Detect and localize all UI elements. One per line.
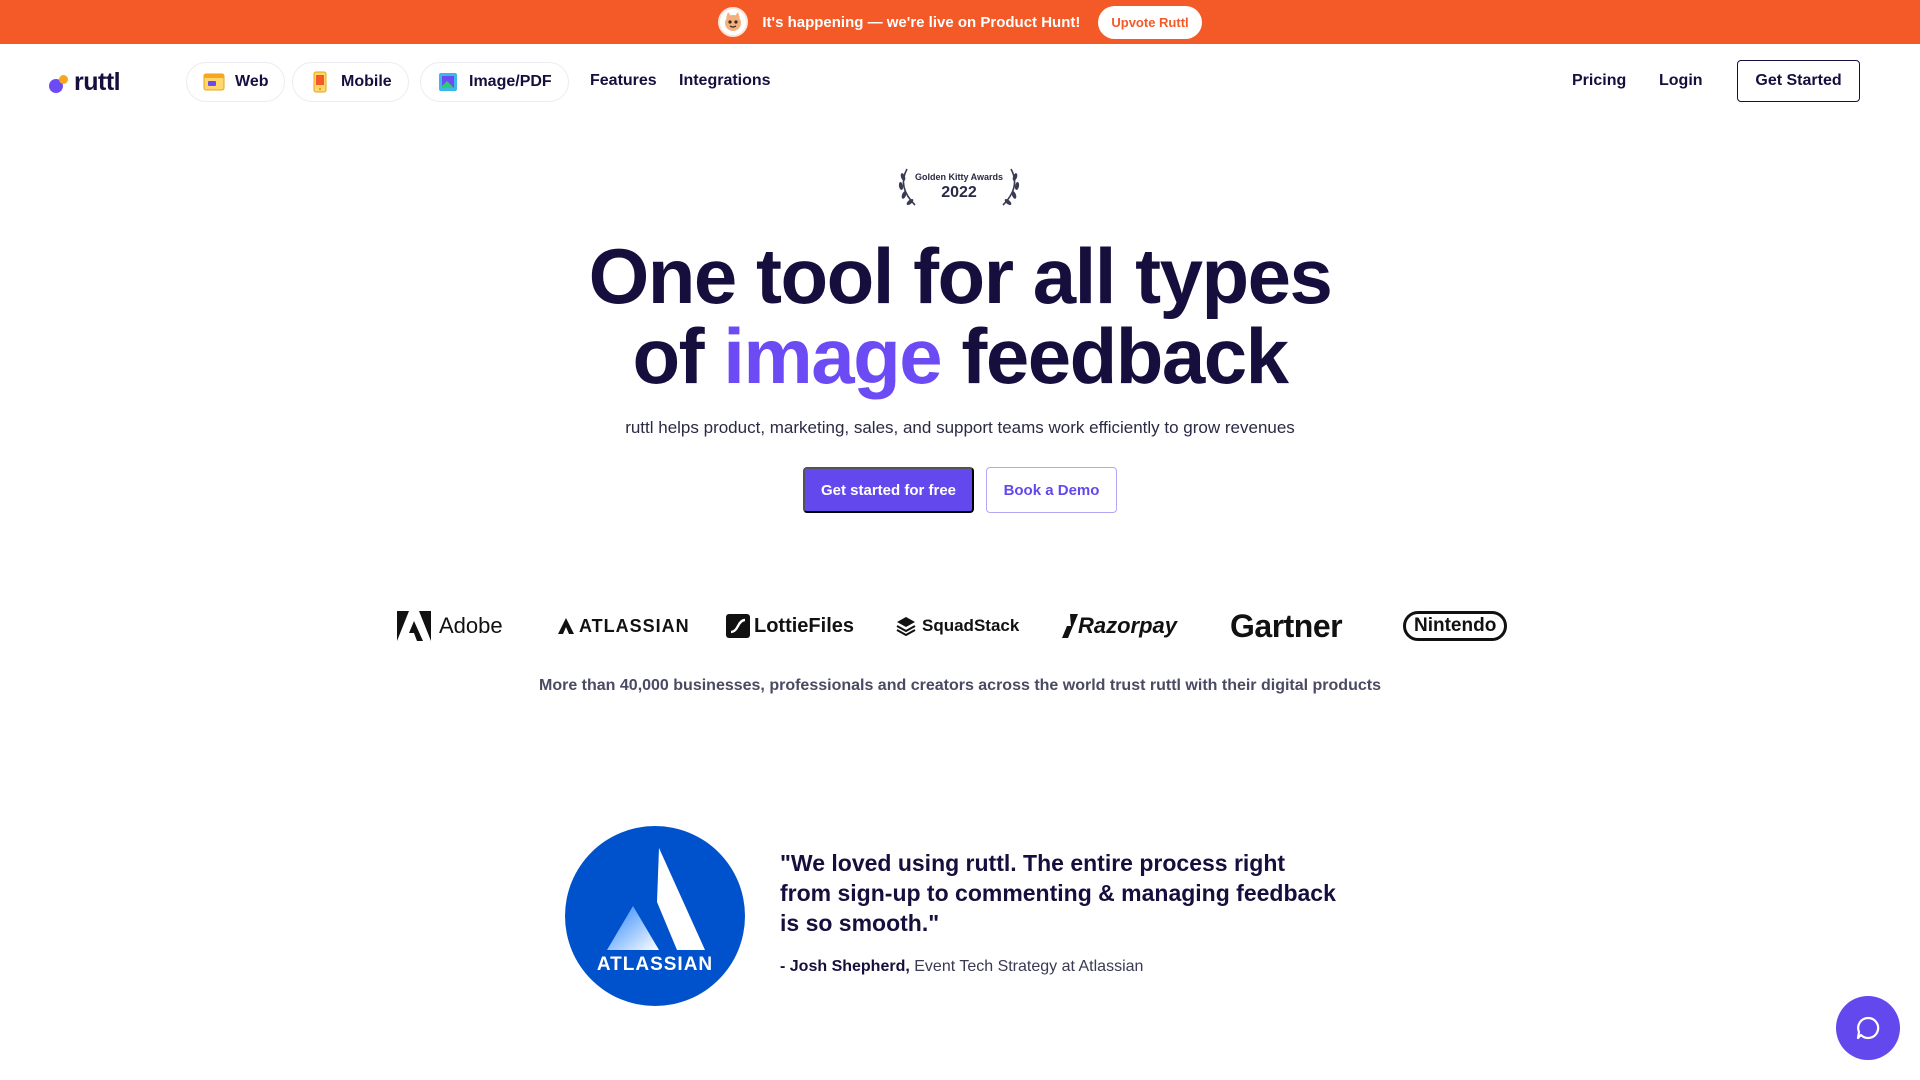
atlassian-mark-icon <box>558 618 574 634</box>
atlassian-logo-icon <box>607 848 705 950</box>
nav-link-pricing[interactable]: Pricing <box>1572 72 1626 90</box>
author-name: - Josh Shepherd, <box>780 958 910 975</box>
client-logo-lottiefiles: LottieFiles <box>726 608 854 644</box>
hero-subtitle: ruttl helps product, marketing, sales, a… <box>625 418 1295 437</box>
nav-link-features[interactable]: Features <box>590 72 657 90</box>
adobe-icon <box>397 611 431 641</box>
client-logos-row: Adobe ATLASSIAN LottieFiles SquadStack R… <box>395 608 1515 644</box>
hero-title-accent: image <box>723 312 942 400</box>
nav-product-web[interactable]: Web <box>186 62 286 102</box>
ruttl-logo[interactable]: ruttl <box>48 68 121 97</box>
atlassian-company-badge: ATLASSIAN <box>565 826 745 1006</box>
logo-dots-icon <box>48 72 70 94</box>
hero-title-line1: One tool for all types <box>588 232 1333 320</box>
nav-link-login[interactable]: Login <box>1659 72 1703 90</box>
nav-product-image-pdf-label: Image/PDF <box>469 73 552 90</box>
testimonial-author: - Josh Shepherd, Event Tech Strategy at … <box>780 958 1143 976</box>
client-logo-squadstack: SquadStack <box>896 608 1019 644</box>
testimonial-quote: "We loved using ruttl. The entire proces… <box>780 850 1336 936</box>
laurel-wreath-icon <box>898 168 1020 206</box>
client-logo-adobe: Adobe <box>397 608 503 644</box>
client-logo-razorpay: Razorpay <box>1062 608 1177 644</box>
golden-kitty-icon <box>718 7 749 37</box>
announcement-bar: It's happening — we're live on Product H… <box>0 0 1920 44</box>
badge-company-name: ATLASSIAN <box>596 954 714 975</box>
nav-link-integrations[interactable]: Integrations <box>679 72 771 90</box>
book-demo-button[interactable]: Book a Demo <box>986 467 1117 513</box>
squadstack-icon <box>896 617 916 636</box>
chat-bubble-icon <box>1856 1016 1880 1040</box>
hero-title-suffix: feedback <box>961 312 1289 400</box>
hero-title-prefix: of <box>632 312 704 400</box>
lottiefiles-icon <box>726 614 750 638</box>
hero-title: One tool for all types of image feedback <box>0 236 1920 396</box>
razorpay-icon <box>1062 614 1078 638</box>
mobile-phone-icon <box>309 71 331 93</box>
web-window-icon <box>203 71 225 93</box>
chat-widget-button[interactable] <box>1836 996 1900 1060</box>
nav-product-image-pdf[interactable]: Image/PDF <box>420 62 569 102</box>
upvote-button[interactable]: Upvote Ruttl <box>1098 5 1202 39</box>
image-pdf-icon <box>437 71 459 93</box>
nav-product-web-label: Web <box>235 73 269 90</box>
top-navigation: ruttl Web Mobile Image/PDF Features Inte… <box>0 44 1920 118</box>
nav-product-mobile-label: Mobile <box>341 73 392 90</box>
announcement-text: It's happening — we're live on Product H… <box>762 13 1081 31</box>
get-started-button[interactable]: Get Started <box>1737 60 1860 102</box>
author-role: Event Tech Strategy at Atlassian <box>914 958 1144 975</box>
logo-text: ruttl <box>74 68 121 96</box>
nav-product-mobile[interactable]: Mobile <box>292 62 409 102</box>
client-logo-nintendo: Nintendo <box>1403 608 1508 644</box>
get-started-free-button[interactable]: Get started for free <box>803 467 974 513</box>
client-logo-gartner: Gartner <box>1230 607 1343 644</box>
trust-statement: More than 40,000 businesses, professiona… <box>539 677 1381 694</box>
golden-kitty-award-badge: Golden Kitty Awards 2022 <box>893 165 1025 209</box>
client-logo-atlassian: ATLASSIAN <box>558 608 690 644</box>
